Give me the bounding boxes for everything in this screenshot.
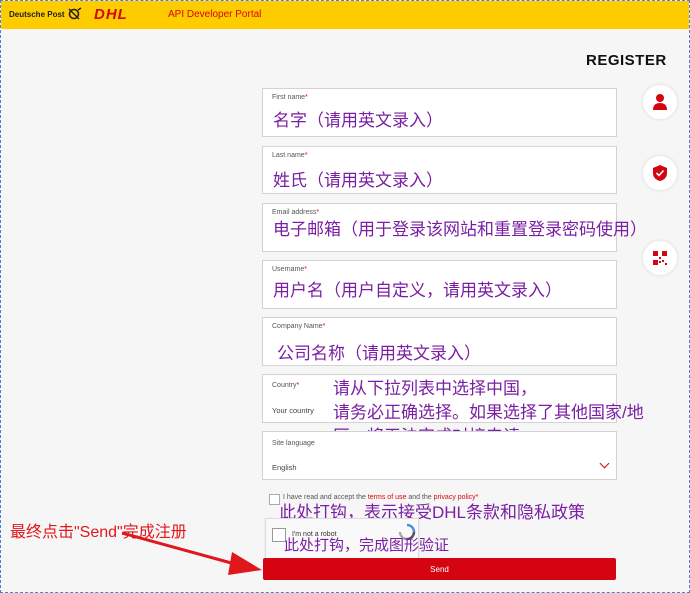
country-annotation-line2: 请务必正确选择。如果选择了其他国家/地 [333,403,644,422]
side-security-button[interactable] [643,156,677,190]
post-horn-icon [68,7,82,20]
portal-title[interactable]: API Developer Portal [168,9,261,20]
side-user-button[interactable] [643,85,677,119]
privacy-policy-link[interactable]: privacy policy [434,494,476,501]
site-language-select[interactable]: Site language English [262,431,617,480]
last-name-label: Last name [272,152,305,159]
terms-prefix: I have read and accept the [283,494,366,501]
shield-icon [653,165,667,181]
deutsche-post-logo[interactable]: Deutsche Post [9,10,65,19]
country-annotation-line1: 请从下拉列表中选择中国， [333,379,537,398]
chevron-down-icon [599,458,610,469]
required-star: * [304,266,308,273]
user-icon [653,94,667,110]
company-name-label: Company Name [272,323,323,330]
site-language-label: Site language [272,440,315,447]
username-annotation: 用户名（用户自定义，请用英文录入） [273,281,562,300]
required-star: * [322,323,326,330]
terms-and: and the [408,494,432,501]
country-placeholder: Your country [272,406,314,415]
email-label: Email address [272,209,317,216]
country-label: Country [272,382,297,389]
username-label: Username [272,266,305,273]
last-name-annotation: 姓氏（请用英文录入） [273,171,443,190]
required-star: * [316,209,320,216]
required-star: * [296,382,300,389]
site-language-value: English [272,463,297,472]
first-name-annotation: 名字（请用英文录入） [273,111,443,130]
site-header: Deutsche Post DHL API Developer Portal [1,1,689,29]
company-annotation: 公司名称（请用英文录入） [277,344,481,363]
send-button[interactable]: Send [263,558,616,580]
first-name-label: First name [272,94,306,101]
email-annotation: 电子邮箱（用于登录该网站和重置登录密码使用） [273,220,647,239]
required-star: * [305,94,308,101]
terms-text: I have read and accept the terms of use … [283,494,478,501]
side-qr-button[interactable] [643,241,677,275]
required-star: * [475,494,479,501]
annotation-arrow-icon [121,531,262,575]
captcha-annotation: 此处打钩，完成图形验证 [284,537,450,554]
page-title: REGISTER [586,52,667,69]
required-star: * [304,152,308,159]
dhl-logo[interactable]: DHL [94,6,128,23]
qr-code-icon [653,251,667,265]
terms-of-use-link[interactable]: terms of use [368,494,407,501]
